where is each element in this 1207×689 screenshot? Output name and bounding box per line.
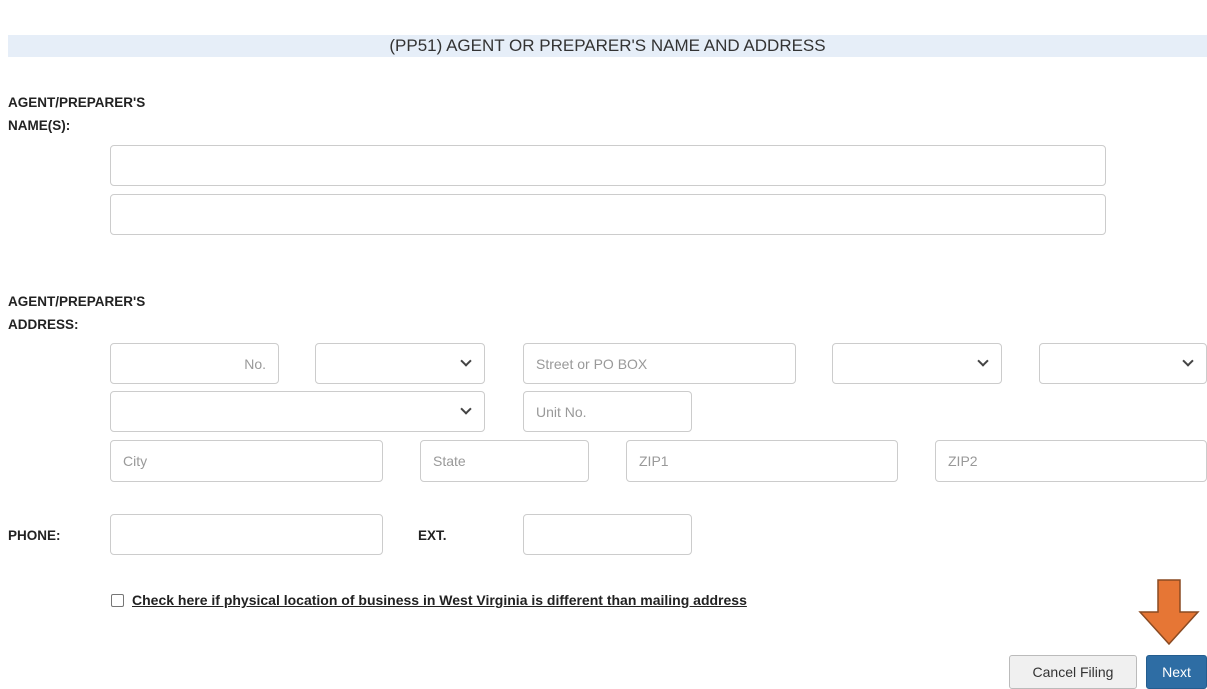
ext-input[interactable]	[523, 514, 692, 555]
address-label-line1: AGENT/PREPARER'S	[8, 294, 146, 309]
post-direction-select[interactable]	[1039, 343, 1207, 384]
chevron-down-icon	[977, 355, 989, 367]
section-header: (PP51) AGENT OR PREPARER'S NAME AND ADDR…	[8, 35, 1207, 57]
next-label: Next	[1162, 664, 1191, 680]
zip2-placeholder: ZIP2	[948, 453, 978, 469]
state-input[interactable]: State	[420, 440, 589, 482]
next-button[interactable]: Next	[1146, 655, 1207, 689]
zip1-input[interactable]: ZIP1	[626, 440, 898, 482]
street-placeholder: Street or PO BOX	[536, 355, 648, 372]
names-label: AGENT/PREPARER'S NAME(S):	[8, 91, 145, 137]
phone-input[interactable]	[110, 514, 383, 555]
names-label-line1: AGENT/PREPARER'S	[8, 95, 146, 110]
address-label-line2: ADDRESS:	[8, 317, 79, 332]
unit-type-select[interactable]	[110, 391, 485, 432]
street-number-input[interactable]: No.	[110, 343, 279, 384]
down-arrow-icon	[1138, 579, 1200, 646]
chevron-down-icon	[460, 403, 472, 415]
cancel-filing-label: Cancel Filing	[1032, 664, 1114, 680]
chevron-down-icon	[460, 355, 472, 367]
agent-name-1-input[interactable]	[110, 145, 1106, 186]
city-placeholder: City	[123, 453, 148, 469]
physical-location-checkbox[interactable]	[111, 594, 124, 607]
physical-location-label[interactable]: Check here if physical location of busin…	[132, 591, 747, 610]
street-type-select[interactable]	[832, 343, 1002, 384]
ext-label: EXT.	[418, 524, 447, 547]
street-number-placeholder: No.	[244, 355, 266, 372]
agent-name-2-input[interactable]	[110, 194, 1106, 235]
chevron-down-icon	[1182, 355, 1194, 367]
street-input[interactable]: Street or PO BOX	[523, 343, 796, 384]
city-input[interactable]: City	[110, 440, 383, 482]
phone-label: PHONE:	[8, 524, 61, 547]
names-label-line2: NAME(S):	[8, 118, 71, 133]
ext-label-text: EXT.	[418, 528, 447, 543]
state-placeholder: State	[433, 453, 466, 469]
address-label: AGENT/PREPARER'S ADDRESS:	[8, 290, 145, 336]
zip1-placeholder: ZIP1	[639, 453, 669, 469]
zip2-input[interactable]: ZIP2	[935, 440, 1207, 482]
phone-label-text: PHONE:	[8, 528, 61, 543]
section-title: (PP51) AGENT OR PREPARER'S NAME AND ADDR…	[389, 36, 826, 55]
unit-number-placeholder: Unit No.	[536, 403, 587, 420]
street-direction-select[interactable]	[315, 343, 485, 384]
unit-number-input[interactable]: Unit No.	[523, 391, 692, 432]
cancel-filing-button[interactable]: Cancel Filing	[1009, 655, 1137, 689]
